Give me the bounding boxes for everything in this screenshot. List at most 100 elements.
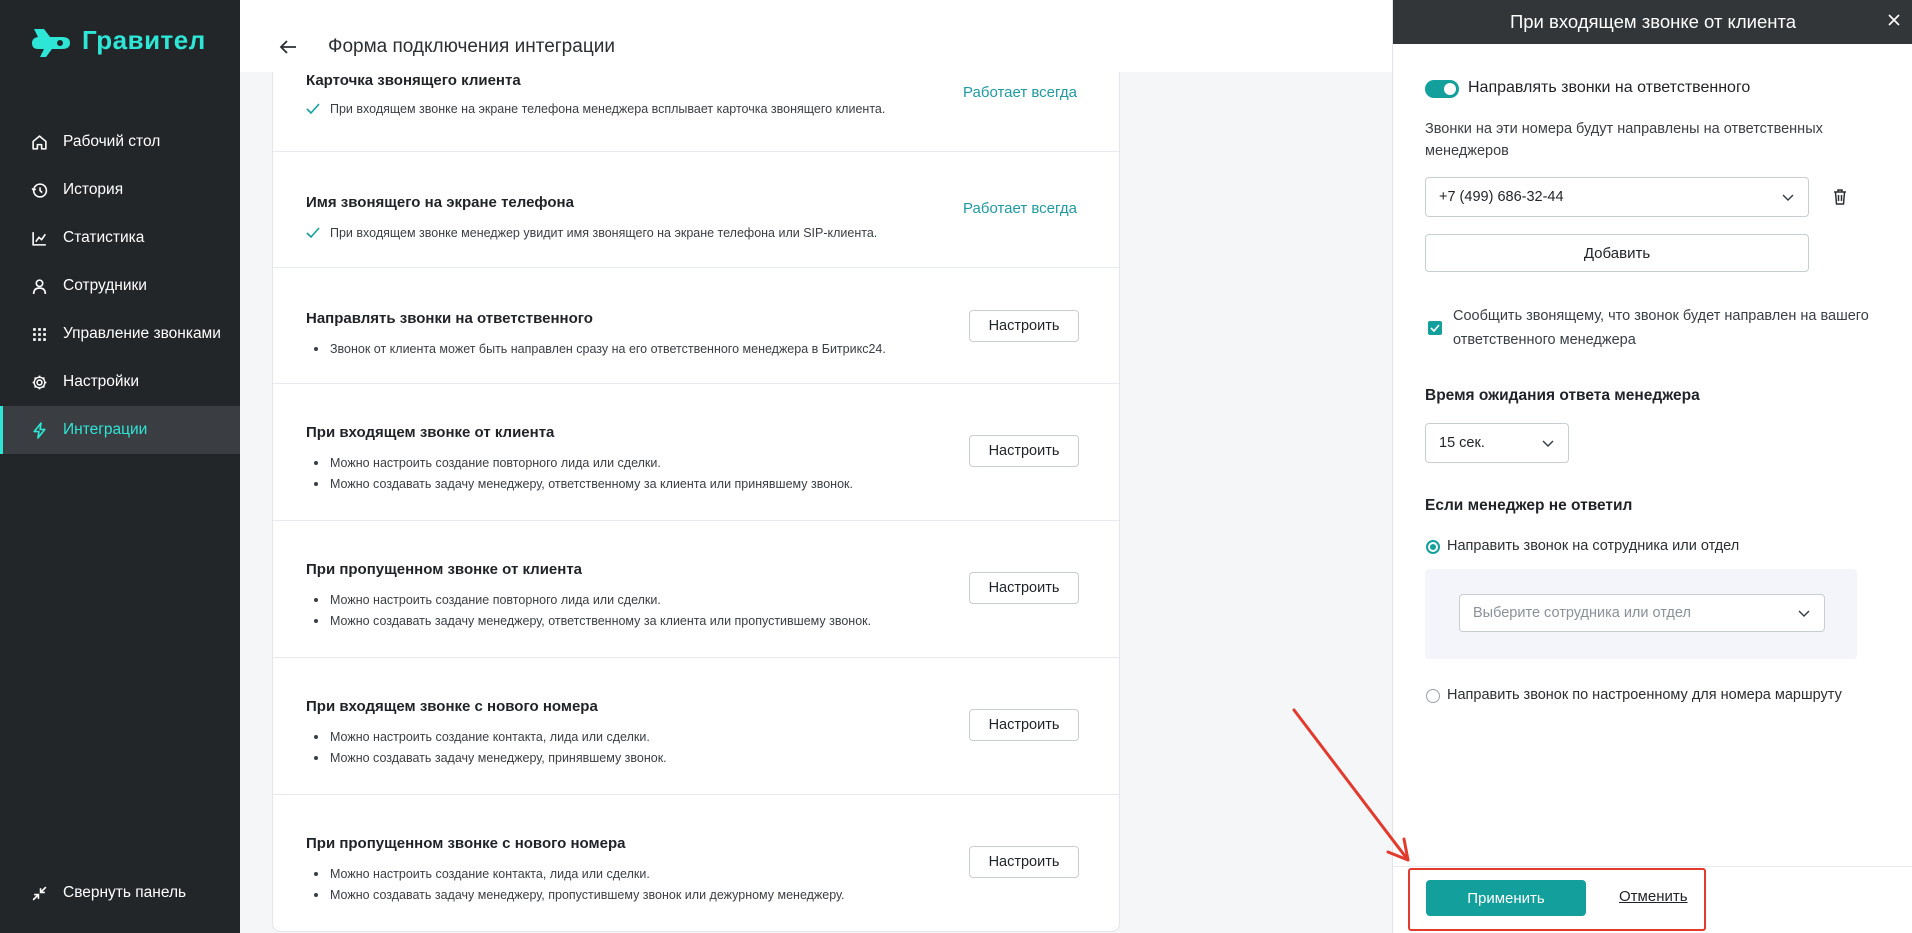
phone-number-select[interactable]: +7 (499) 686-32-44: [1425, 177, 1809, 217]
list-item: Карточка звонящего клиента При входящем …: [273, 72, 1119, 152]
lightning-icon: [33, 421, 46, 439]
row-description: Можно настроить создание повторного лида…: [306, 593, 661, 607]
sidebar-item-label: Статистика: [63, 229, 145, 246]
row-description: Можно создавать задачу менеджеру, ответс…: [306, 614, 871, 628]
row-description: При входящем звонке на экране телефона м…: [306, 102, 885, 116]
sidebar-item-label: Рабочий стол: [63, 133, 161, 150]
cancel-link[interactable]: Отменить: [1619, 888, 1688, 905]
drawer-title: При входящем звонке от клиента: [1509, 11, 1797, 32]
close-icon[interactable]: [1885, 11, 1903, 29]
status-always-works: Работает всегда: [963, 84, 1077, 101]
chevron-down-icon: [1782, 194, 1794, 202]
wait-time-select[interactable]: 15 сек.: [1425, 423, 1569, 463]
integration-list: Карточка звонящего клиента При входящем …: [272, 72, 1120, 932]
row-title: При входящем звонке от клиента: [306, 424, 555, 441]
collapse-icon: [32, 886, 47, 900]
configure-button[interactable]: Настроить: [969, 435, 1079, 467]
employee-select-container: Выберите сотрудника или отдел: [1425, 569, 1857, 659]
trash-icon[interactable]: [1831, 187, 1849, 207]
collapse-panel-button[interactable]: Свернуть панель: [31, 884, 186, 902]
check-icon: [306, 103, 320, 115]
chevron-down-icon: [1798, 610, 1810, 618]
back-arrow-icon[interactable]: [277, 36, 299, 58]
no-answer-title: Если менеджер не ответил: [1425, 497, 1633, 514]
row-title: При пропущенном звонке от клиента: [306, 561, 583, 578]
row-title: При входящем звонке с нового номера: [306, 698, 598, 715]
apply-button[interactable]: Применить: [1426, 880, 1586, 916]
toggle-label: Направлять звонки на ответственного: [1468, 79, 1751, 96]
configure-button[interactable]: Настроить: [969, 572, 1079, 604]
sidebar-item-call-management[interactable]: Управление звонками: [0, 310, 240, 358]
route-by-number-radio[interactable]: [1426, 689, 1440, 703]
add-number-button[interactable]: Добавить: [1425, 234, 1809, 272]
sidebar-item-statistics[interactable]: Статистика: [0, 214, 240, 262]
row-title: Направлять звонки на ответственного: [306, 310, 593, 327]
sidebar-item-history[interactable]: История: [0, 166, 240, 214]
row-description: Можно создавать задачу менеджеру, приняв…: [306, 751, 667, 765]
row-description-text: При входящем звонке менеджер увидит имя …: [330, 226, 878, 240]
row-description: Можно создавать задачу менеджеру, ответс…: [306, 477, 853, 491]
route-to-responsible-toggle[interactable]: [1425, 80, 1459, 98]
settings-drawer: При входящем звонке от клиента Направлят…: [1392, 0, 1912, 933]
drawer-description: Звонки на эти номера будут направлены на…: [1425, 121, 1823, 159]
brand-logo-icon: [32, 29, 70, 57]
brand-logo[interactable]: Гравител: [30, 20, 206, 60]
sidebar-item-settings[interactable]: Настройки: [0, 358, 240, 406]
gear-icon: [32, 375, 47, 389]
configure-button[interactable]: Настроить: [969, 709, 1079, 741]
row-description-text: Можно настроить создание контакта, лида …: [330, 867, 650, 881]
list-item: Имя звонящего на экране телефона При вхо…: [273, 152, 1119, 268]
configure-button[interactable]: Настроить: [969, 310, 1079, 342]
row-description-text: Можно создавать задачу менеджеру, ответс…: [330, 477, 853, 491]
check-icon: [1430, 324, 1440, 332]
row-description-text: Можно создавать задачу менеджеру, ответс…: [330, 614, 872, 628]
row-description: Можно настроить создание контакта, лида …: [306, 867, 650, 881]
collapse-panel-label: Свернуть панель: [63, 884, 187, 901]
drawer-footer-divider: [1393, 866, 1912, 867]
status-always-works: Работает всегда: [963, 200, 1077, 217]
sidebar: Гравител Рабочий стол История Статистика…: [0, 0, 240, 933]
list-item: При пропущенном звонке от клиента Можно …: [273, 521, 1119, 658]
page-header: Форма подключения интеграции: [240, 0, 1392, 72]
sidebar-item-label: Управление звонками: [63, 325, 221, 342]
history-icon: [31, 182, 48, 198]
row-description: Можно настроить создание контакта, лида …: [306, 730, 650, 744]
home-icon: [32, 134, 47, 150]
row-description-text: Звонок от клиента может быть направлен с…: [330, 342, 886, 356]
chart-icon: [32, 231, 46, 246]
row-description: При входящем звонке менеджер увидит имя …: [306, 226, 877, 240]
notify-caller-label: Сообщить звонящему, что звонок будет нап…: [1453, 308, 1869, 348]
sidebar-item-label: История: [63, 181, 124, 198]
row-description: Можно создавать задачу менеджеру, пропус…: [306, 888, 845, 902]
wait-time-title: Время ожидания ответа менеджера: [1425, 387, 1700, 404]
row-description-text: Можно настроить создание контакта, лида …: [330, 730, 650, 744]
configure-button[interactable]: Настроить: [969, 846, 1079, 878]
route-to-employee-label: Направить звонок на сотрудника или отдел: [1447, 538, 1740, 554]
wait-time-value: 15 сек.: [1439, 435, 1485, 451]
sidebar-item-integrations[interactable]: Интеграции: [0, 406, 240, 454]
main-content: Форма подключения интеграции Карточка зв…: [240, 0, 1392, 933]
row-description: Можно настроить создание повторного лида…: [306, 456, 661, 470]
sidebar-item-label: Интеграции: [63, 421, 148, 438]
notify-caller-checkbox[interactable]: [1428, 321, 1442, 335]
employee-select[interactable]: Выберите сотрудника или отдел: [1459, 594, 1825, 632]
row-description-text: При входящем звонке на экране телефона м…: [330, 102, 886, 116]
row-title: При пропущенном звонке с нового номера: [306, 835, 626, 852]
row-title: Имя звонящего на экране телефона: [306, 194, 574, 211]
employee-select-placeholder: Выберите сотрудника или отдел: [1473, 605, 1691, 621]
route-by-number-label: Направить звонок по настроенному для ном…: [1447, 687, 1842, 703]
brand-name: Гравител: [82, 24, 206, 55]
list-item: Направлять звонки на ответственного Звон…: [273, 268, 1119, 384]
grid-icon: [33, 327, 46, 341]
sidebar-item-label: Сотрудники: [63, 277, 147, 294]
chevron-down-icon: [1542, 440, 1554, 448]
sidebar-nav: Рабочий стол История Статистика Сотрудни…: [0, 118, 240, 454]
row-description-text: Можно настроить создание повторного лида…: [330, 456, 661, 470]
sidebar-item-label: Настройки: [63, 373, 140, 390]
row-title: Карточка звонящего клиента: [306, 72, 521, 89]
sidebar-item-employees[interactable]: Сотрудники: [0, 262, 240, 310]
route-to-employee-radio[interactable]: [1426, 540, 1440, 554]
drawer-header: При входящем звонке от клиента: [1393, 0, 1912, 44]
list-item: При пропущенном звонке с нового номера М…: [273, 795, 1119, 931]
sidebar-item-desktop[interactable]: Рабочий стол: [0, 118, 240, 166]
